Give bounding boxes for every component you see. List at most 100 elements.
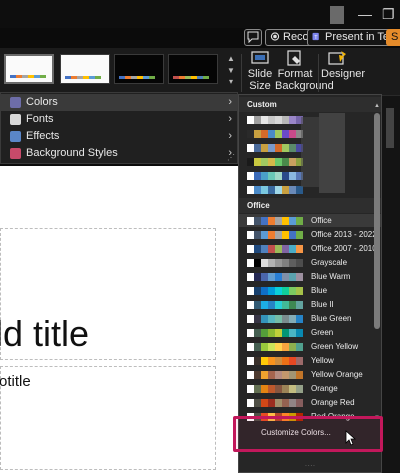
color-swatch — [268, 116, 275, 124]
color-swatch — [275, 385, 282, 393]
title-bar: — ❐ — [0, 0, 400, 28]
color-swatch — [289, 259, 296, 267]
gallery-expand-icon[interactable]: ▾ — [224, 77, 238, 86]
color-swatch — [261, 287, 268, 295]
color-swatch — [289, 273, 296, 281]
office-palette-row[interactable]: Blue Warm — [239, 270, 381, 283]
color-swatch — [268, 273, 275, 281]
account-avatar[interactable] — [330, 6, 344, 24]
gallery-scroll[interactable]: ▲ ▼ ▾ — [224, 54, 238, 90]
chevron-right-icon: › — [228, 113, 232, 125]
flyout-scrollbar[interactable]: ▲ ▼ — [373, 103, 381, 421]
office-palette-row[interactable]: Green — [239, 326, 381, 339]
theme-color-strip — [65, 76, 101, 79]
color-swatch — [247, 385, 254, 393]
palette-name: Green — [311, 328, 334, 337]
color-swatch — [289, 144, 296, 152]
scrollbar-thumb[interactable] — [374, 113, 380, 329]
color-swatch — [296, 245, 303, 253]
menu-item-background-styles[interactable]: Background Styles › — [1, 145, 237, 162]
effects-icon — [10, 131, 21, 142]
chevron-up-icon[interactable]: ▲ — [224, 54, 238, 63]
slide-size-button[interactable]: Slide Size — [247, 50, 273, 92]
color-swatch — [289, 231, 296, 239]
share-button[interactable]: S — [386, 29, 400, 46]
office-palette-row[interactable]: Yellow Orange — [239, 368, 381, 381]
record-icon — [270, 32, 280, 41]
theme-thumbnail[interactable] — [4, 54, 54, 84]
color-swatch — [275, 315, 282, 323]
menu-item-colors[interactable]: Colors › — [1, 94, 237, 111]
theme-thumbnail[interactable] — [60, 54, 110, 84]
subtitle-placeholder[interactable]: otitle — [0, 366, 216, 470]
color-swatch — [296, 259, 303, 267]
color-swatch — [296, 329, 303, 337]
office-palette-row[interactable]: Yellow — [239, 354, 381, 367]
color-swatch — [254, 329, 261, 337]
slide-size-icon — [251, 51, 269, 64]
slide[interactable]: ld title otitle — [0, 166, 240, 473]
chevron-down-icon[interactable]: ▼ — [224, 66, 238, 75]
office-palette-row[interactable]: Orange Red — [239, 396, 381, 409]
design-ribbon: ▲ ▼ ▾ Slide Size Format Background Desig… — [0, 48, 400, 96]
color-swatch — [282, 385, 289, 393]
menu-item-fonts[interactable]: Fonts › — [1, 111, 237, 128]
office-palette-row[interactable]: Blue II — [239, 298, 381, 311]
color-swatch — [296, 357, 303, 365]
slide-title-text[interactable]: ld title — [0, 313, 89, 355]
color-swatch — [296, 231, 303, 239]
color-swatch — [275, 186, 282, 194]
scroll-up-icon[interactable]: ▲ — [373, 103, 381, 109]
color-swatch — [261, 259, 268, 267]
color-swatches — [247, 259, 303, 267]
title-placeholder[interactable]: ld title — [0, 228, 216, 360]
color-swatch — [282, 301, 289, 309]
color-swatch — [275, 217, 282, 225]
color-swatch — [254, 158, 261, 166]
color-swatch — [254, 357, 261, 365]
color-swatch — [254, 343, 261, 351]
color-swatch — [254, 231, 261, 239]
color-swatch — [254, 315, 261, 323]
color-swatches — [247, 172, 303, 180]
color-swatch — [268, 301, 275, 309]
color-swatch — [247, 144, 254, 152]
comments-button[interactable] — [244, 29, 262, 46]
palette-name: Blue Warm — [311, 272, 351, 281]
right-pane-scrollbar[interactable] — [386, 108, 394, 148]
resize-grip-icon[interactable]: ⋰ — [227, 153, 235, 162]
ribbon-separator — [318, 54, 319, 92]
color-swatches — [247, 357, 303, 365]
office-palette-row[interactable]: Grayscale — [239, 256, 381, 269]
designer-button[interactable]: Designer — [321, 50, 365, 80]
mouse-cursor-icon — [345, 430, 357, 446]
restore-button[interactable]: ❐ — [382, 6, 395, 23]
color-swatch — [289, 172, 296, 180]
theme-thumbnail[interactable] — [114, 54, 164, 84]
office-palette-row[interactable]: Blue — [239, 284, 381, 297]
office-palette-row[interactable]: Green Yellow — [239, 340, 381, 353]
office-palette-row[interactable]: Office — [239, 214, 381, 227]
format-background-button[interactable]: Format Background — [275, 50, 334, 92]
color-swatch — [247, 287, 254, 295]
color-swatch — [254, 301, 261, 309]
color-swatch — [282, 172, 289, 180]
color-swatches — [247, 116, 303, 124]
color-swatch — [282, 287, 289, 295]
minimize-button[interactable]: — — [358, 6, 372, 22]
color-swatch — [254, 371, 261, 379]
office-palette-row[interactable]: Orange — [239, 382, 381, 395]
flyout-resize-handle[interactable]: ···· — [239, 461, 381, 472]
menu-item-label: Fonts — [26, 113, 54, 125]
office-palette-row[interactable]: Office 2013 - 2022 — [239, 228, 381, 241]
color-swatch — [289, 371, 296, 379]
theme-thumbnail[interactable] — [168, 54, 218, 84]
color-swatches — [247, 301, 303, 309]
menu-item-effects[interactable]: Effects › — [1, 128, 237, 145]
office-palette-row[interactable]: Blue Green — [239, 312, 381, 325]
color-swatch — [268, 287, 275, 295]
office-palette-row[interactable]: Office 2007 - 2010 — [239, 242, 381, 255]
slide-subtitle-text[interactable]: otitle — [0, 373, 31, 390]
color-swatch — [254, 116, 261, 124]
color-swatch — [247, 245, 254, 253]
